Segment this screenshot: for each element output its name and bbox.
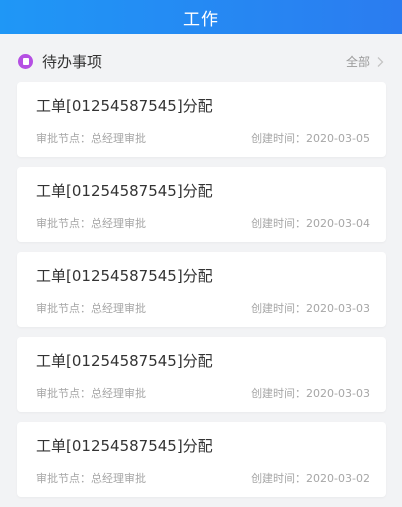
approval-node: 审批节点：总经理审批	[36, 472, 146, 485]
chevron-right-icon	[377, 56, 384, 67]
created-time: 创建时间：2020-03-05	[251, 132, 370, 145]
todo-list: 工单[01254587545]分配 审批节点：总经理审批 创建时间：2020-0…	[17, 82, 386, 507]
todo-card[interactable]: 工单[01254587545]分配 审批节点：总经理审批 创建时间：2020-0…	[17, 252, 386, 327]
todo-section-header: 待办事项 全部	[0, 34, 402, 86]
view-all-link[interactable]: 全部	[346, 53, 386, 70]
created-time: 创建时间：2020-03-03	[251, 302, 370, 315]
todo-title: 工单[01254587545]分配	[36, 437, 213, 455]
todo-card[interactable]: 工单[01254587545]分配 审批节点：总经理审批 创建时间：2020-0…	[17, 167, 386, 242]
todo-title: 工单[01254587545]分配	[36, 352, 213, 370]
todo-title: 工单[01254587545]分配	[36, 267, 213, 285]
todo-title: 工单[01254587545]分配	[36, 97, 213, 115]
approval-node: 审批节点：总经理审批	[36, 387, 146, 400]
created-time: 创建时间：2020-03-03	[251, 387, 370, 400]
created-time: 创建时间：2020-03-02	[251, 472, 370, 485]
page-title: 工作	[183, 9, 219, 30]
document-icon	[18, 54, 33, 69]
todo-card[interactable]: 工单[01254587545]分配 审批节点：总经理审批 创建时间：2020-0…	[17, 337, 386, 412]
view-all-label: 全部	[345, 55, 370, 69]
section-title: 待办事项	[42, 53, 103, 71]
todo-card[interactable]: 工单[01254587545]分配 审批节点：总经理审批 创建时间：2020-0…	[17, 422, 386, 497]
created-time: 创建时间：2020-03-04	[251, 217, 370, 230]
app-header: 工作	[0, 0, 402, 34]
approval-node: 审批节点：总经理审批	[36, 217, 146, 230]
todo-card[interactable]: 工单[01254587545]分配 审批节点：总经理审批 创建时间：2020-0…	[17, 82, 386, 157]
approval-node: 审批节点：总经理审批	[36, 132, 146, 145]
todo-title: 工单[01254587545]分配	[36, 182, 213, 200]
approval-node: 审批节点：总经理审批	[36, 302, 146, 315]
